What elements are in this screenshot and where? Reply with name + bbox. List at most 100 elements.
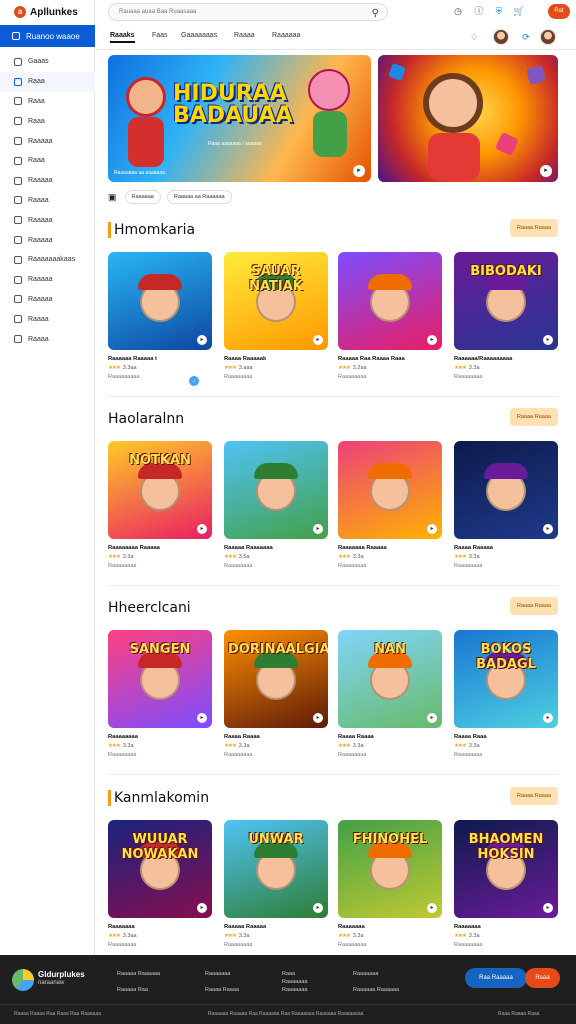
footer-link[interactable]: Raaaaaaa [205,971,230,977]
sidebar-item[interactable]: Raaaaa [0,210,95,230]
sidebar-item[interactable]: Raaaaa [0,131,95,151]
footer-link[interactable]: Raaaaaaa [282,987,307,993]
game-title[interactable]: Raaaa Raaaa [224,734,328,740]
sidebar-item[interactable]: Raaa [0,71,95,92]
game-title[interactable]: Raaaaaa/Raaaaaaaaa [454,356,558,362]
chip-1[interactable]: Raaaaa aa Raaaaaa [166,190,232,204]
play-icon[interactable]: ▸ [543,713,553,723]
play-icon[interactable]: ▸ [427,903,437,913]
sidebar-item[interactable]: Raaa [0,92,95,112]
play-icon[interactable]: ▸ [543,335,553,345]
sidebar-item[interactable]: Raaaaa [0,290,95,310]
sidebar-item[interactable]: Raaa [0,111,95,131]
footer-secondary-button[interactable]: Raaa [525,968,560,988]
game-card[interactable]: BHAOMEN HOKSIN ▸ Raaaaaaa ★★★ 3.3a Raaaaaaaa [454,820,558,948]
avatar[interactable] [493,29,509,45]
game-card[interactable]: FHINOHEL ▸ Raaaaaaa ★★★ 3.3a Raaaaaaaa [338,820,442,948]
see-all-button[interactable]: Raaaa Raaaa [510,219,558,237]
download-icon[interactable]: ↓ [189,376,199,386]
game-thumbnail[interactable]: BIBODAKI ▸ [454,252,558,350]
sidebar-item[interactable]: Raaaa [0,309,95,329]
game-thumbnail[interactable]: ▸ [338,252,442,350]
game-card[interactable]: SAUAR NATIAK ▸ Raaaa Raaaaak ★★★ 3.aaa Raaaaa… [224,252,328,380]
tab-3[interactable]: Raaaa [234,32,255,39]
game-thumbnail[interactable]: BOKOS BADAGL ▸ [454,630,558,728]
game-thumbnail[interactable]: ▸ [454,441,558,539]
play-icon[interactable]: ▸ [427,713,437,723]
sidebar-item[interactable]: Raaaaa [0,270,95,290]
game-thumbnail[interactable]: ▸ [108,252,212,350]
game-title[interactable]: Raaaa Raaa [454,734,558,740]
game-card[interactable]: DORINAALGIAK ▸ Raaaa Raaaa ★★★3.3a Raaaaaaaa [224,630,328,758]
secondary-banner[interactable]: ▸ [378,55,558,182]
footer-link[interactable]: Raaaaa Raa [117,987,148,993]
sidebar-item[interactable]: Gaaas [0,52,95,72]
see-all-button[interactable]: Raaaa Raaaa [510,787,558,805]
sidebar-item[interactable]: Raaaaa [0,171,95,191]
game-title[interactable]: Raaaaa Raa Raaaa Raaa [338,356,442,362]
game-title[interactable]: Raaaaaaa [338,924,442,930]
play-icon[interactable]: ▸ [353,165,365,177]
game-title[interactable]: Raaaaaaa [454,924,558,930]
sidebar-item[interactable]: Raaaaaaakaas [0,250,95,270]
game-card[interactable]: BIBODAKI ▸ Raaaaaa/Raaaaaaaaa ★★★ 3.3a Raaaaa… [454,252,558,380]
play-icon[interactable]: ▸ [313,903,323,913]
game-thumbnail[interactable]: ▸ [338,441,442,539]
game-card[interactable]: ▸ Raaaaaaa Raaaaa ★★★ 3.3a Raaaaaaaa [338,441,442,569]
game-card[interactable]: WUUAR NOWAKAN ▸ Raaaaaaa ★★★ 3.3aa Raaaaaaaa [108,820,212,948]
game-title[interactable]: Raaaa Raaaa [338,734,442,740]
app-logo[interactable]: a Apllunkes [0,0,95,24]
game-thumbnail[interactable]: UNWAR ▸ [224,820,328,918]
play-icon[interactable]: ▸ [197,713,207,723]
tab-4[interactable]: Raaaaaa [272,32,300,39]
play-icon[interactable]: ▸ [427,524,437,534]
footer-legal[interactable]: Raaaaaa Raaaaa Raa Raaaaaa Raa Raaaaaaa … [208,1011,363,1017]
play-icon[interactable]: ▸ [543,903,553,913]
footer-link[interactable]: Raaa [282,971,295,977]
game-title[interactable]: Raaaaaaaa Raaaaa [108,545,212,551]
game-thumbnail[interactable]: SAUAR NATIAK ▸ [224,252,328,350]
game-title[interactable]: Raaaaaa Raaaaa t [108,356,212,362]
footer-link[interactable]: Raaaa Raaaa [205,987,239,993]
search-icon[interactable]: ⚲ [372,6,379,22]
game-card[interactable]: NOTKAN ▸ Raaaaaaaa Raaaaa ★★★ 3.3a Raaaaaaaa [108,441,212,569]
game-card[interactable]: ▸ Raaaaa Raaaaaaa ★★★ 3.5a Raaaaaaaa [224,441,328,569]
game-card[interactable]: ▸ Raaaaa Raa Raaaa Raaa ★★★ 3.2aa Raaaaaaaa [338,252,442,380]
footer-link[interactable]: Raaaaaaa [282,979,307,985]
sidebar-item[interactable]: Raaa [0,151,95,171]
game-card[interactable]: ▸ Raaaa Raaaaa ★★★ 3.3a Raaaaaaaa [454,441,558,569]
play-icon[interactable]: ▸ [540,165,552,177]
play-icon[interactable]: ▸ [197,903,207,913]
game-card[interactable]: NAN ▸ Raaaa Raaaa ★★★ 3.3a Raaaaaaaa [338,630,442,758]
play-icon[interactable]: ▸ [313,524,323,534]
see-all-button[interactable]: Raaaa Raaaa [510,597,558,615]
game-card[interactable]: SANGEN ▸ Raaaaaaaa ★★★ 3.3a Raaaaaaaa [108,630,212,758]
login-button[interactable]: Rat [548,4,570,19]
game-card[interactable]: ▸ Raaaaaa Raaaaa t ★★★ 3.3aa Raaaaaaaaa [108,252,212,380]
sidebar-item[interactable]: Raaaaa [0,230,95,250]
play-icon[interactable]: ▸ [197,524,207,534]
play-icon[interactable]: ▸ [197,335,207,345]
game-thumbnail[interactable]: DORINAALGIAK ▸ [224,630,328,728]
footer-link[interactable]: Raaaaaaa [353,971,378,977]
grid-icon[interactable]: ▣ [108,192,117,203]
game-title[interactable]: Raaaa Raaaaa [454,545,558,551]
play-icon[interactable]: ▸ [313,713,323,723]
game-thumbnail[interactable]: NOTKAN ▸ [108,441,212,539]
tab-2[interactable]: Gaaaaaaas [181,32,217,39]
sidebar-item[interactable]: Raaaa [0,191,95,211]
cart-icon[interactable]: 🛒 [513,5,525,17]
chip-0[interactable]: Raaaaaa [124,190,161,204]
sidebar-item-active[interactable]: Ruanoo waaoe [0,25,95,47]
game-thumbnail[interactable]: BHAOMEN HOKSIN ▸ [454,820,558,918]
info-icon[interactable]: ⓘ [473,5,485,17]
game-thumbnail[interactable]: ▸ [224,441,328,539]
game-thumbnail[interactable]: FHINOHEL ▸ [338,820,442,918]
tab-1[interactable]: Faas [152,32,168,39]
game-title[interactable]: Raaaaaaaa [108,734,212,740]
game-title[interactable]: Raaaa Raaaaak [224,356,328,362]
hero-banner[interactable]: HIDURAA BADAUAA Raaa aaaaaaa / aaaaaa Ra… [108,55,371,182]
game-title[interactable]: Raaaaa Raaaaa [224,924,328,930]
game-card[interactable]: BOKOS BADAGL ▸ Raaaa Raaa ★★★ 3.3a Raaaaaaaa [454,630,558,758]
refresh-icon[interactable]: ⟳ [520,31,532,43]
